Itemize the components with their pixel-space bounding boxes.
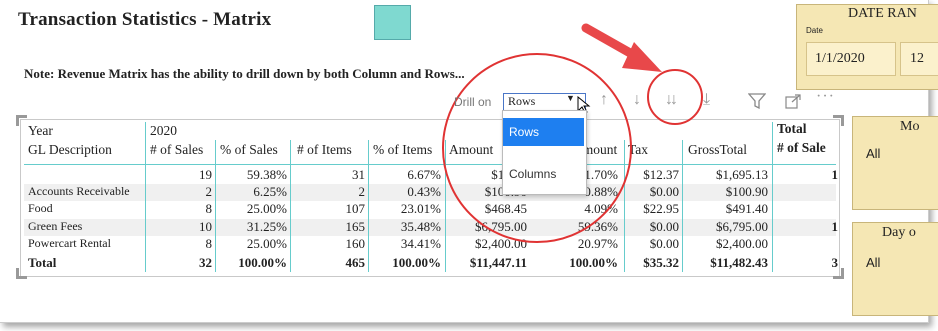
table-cell: 6.67% (407, 167, 441, 182)
table-cell: 8 (205, 201, 213, 216)
total-cell: $35.32 (643, 255, 679, 270)
dropdown-option-rows[interactable]: Rows (503, 118, 584, 146)
column-header[interactable]: % of Items (373, 142, 432, 158)
total-sales-header[interactable]: # of Sale (777, 140, 837, 156)
row-total-cell: 3 (831, 255, 839, 270)
page-title: Transaction Statistics - Matrix (18, 9, 272, 30)
year-value[interactable]: 2020 (150, 123, 177, 139)
arrow-annotation-icon (581, 23, 662, 72)
grid-line (772, 122, 773, 272)
total-cell: 100.00% (392, 255, 441, 270)
filter-icon[interactable] (748, 93, 766, 109)
column-header[interactable]: GrossTotal (688, 142, 747, 158)
column-header[interactable]: % of Sales (220, 142, 278, 158)
table-cell: 6.25% (253, 184, 287, 199)
day-slicer-title: Day o (882, 225, 916, 240)
resize-handle[interactable] (833, 115, 844, 126)
table-cell: 31.25% (246, 219, 287, 234)
table-cell: 23.01% (400, 201, 441, 216)
resize-handle[interactable] (16, 115, 27, 126)
dropdown-option-columns[interactable]: Columns (503, 160, 584, 188)
color-swatch (374, 5, 411, 40)
total-row-label[interactable]: Total (28, 255, 56, 271)
table-cell: 34.41% (400, 236, 441, 251)
expand-all-icon[interactable]: ⤓ (703, 91, 710, 109)
table-cell: $22.95 (643, 201, 679, 216)
total-cell: 100.00% (569, 255, 618, 270)
grid-line (368, 140, 369, 272)
table-cell: 2 (205, 184, 213, 199)
column-header[interactable]: # of Sales (150, 142, 203, 158)
date-label: Date (806, 26, 823, 35)
table-cell: $1,695.13 (716, 167, 768, 182)
table-cell: 31 (352, 167, 365, 182)
grid-line (290, 140, 291, 272)
day-slicer-value[interactable]: All (866, 255, 880, 270)
table-cell: 35.48% (400, 219, 441, 234)
start-date-value: 1/1/2020 (815, 51, 865, 66)
table-cell: $2,400.00 (716, 236, 768, 251)
highlight-circle (647, 69, 703, 125)
grid-line (145, 122, 146, 272)
drill-down-icon[interactable]: ↓ (633, 91, 641, 109)
column-header[interactable]: # of Items (297, 142, 352, 158)
focus-mode-icon[interactable] (785, 94, 801, 109)
row-total-cell: 1 (831, 167, 839, 182)
total-cell: 100.00% (238, 255, 287, 270)
table-cell: $0.00 (649, 184, 679, 199)
row-label[interactable]: Accounts Receivable (28, 184, 130, 199)
table-cell: 8 (205, 236, 213, 251)
table-cell: $6,795.00 (716, 219, 768, 234)
total-cell: 32 (199, 255, 212, 270)
table-cell: 25.00% (246, 236, 287, 251)
table-cell: $12.37 (643, 167, 679, 182)
table-cell: 20.97% (577, 236, 618, 251)
table-cell: 2 (358, 184, 366, 199)
total-cell: $11,447.11 (469, 255, 527, 270)
total-header[interactable]: Total (777, 121, 807, 137)
table-cell: 0.43% (407, 184, 441, 199)
total-cell: $11,482.43 (710, 255, 768, 270)
row-total-cell: 1 (831, 219, 839, 234)
more-options-icon[interactable]: ··· (816, 88, 835, 106)
grid-line (215, 140, 216, 272)
month-slicer-value[interactable]: All (866, 146, 880, 161)
month-slicer-title: Mo (900, 119, 920, 134)
expand-next-level-icon[interactable]: ↓↓ (665, 91, 678, 109)
year-header: Year (28, 123, 53, 138)
table-cell: 10 (199, 219, 212, 234)
table-cell: $100.90 (725, 184, 768, 199)
drill-up-icon[interactable]: ↑ (600, 91, 608, 109)
month-slicer[interactable] (852, 116, 938, 210)
table-cell: 59.38% (246, 167, 287, 182)
row-label[interactable]: Green Fees (28, 219, 82, 234)
table-cell: $0.00 (649, 219, 679, 234)
table-cell: 107 (345, 201, 366, 216)
table-cell: 19 (199, 167, 212, 182)
drill-on-value: Rows (508, 94, 536, 108)
table-cell: $0.00 (649, 236, 679, 251)
date-range-title: DATE RAN (848, 6, 917, 21)
grid-line (682, 140, 683, 272)
table-cell: 165 (345, 219, 366, 234)
table-cell: $491.40 (725, 201, 768, 216)
row-header: GL Description (28, 142, 112, 157)
row-label[interactable]: Powercart Rental (28, 236, 111, 251)
row-label[interactable]: Food (28, 201, 53, 216)
grid-line (24, 164, 836, 165)
chevron-down-icon[interactable]: ▼ (566, 93, 575, 103)
total-cell: 465 (345, 255, 366, 270)
table-cell: 25.00% (246, 201, 287, 216)
note-text: Note: Revenue Matrix has the ability to … (24, 66, 465, 81)
table-cell: 160 (345, 236, 366, 251)
drill-on-label: Drill on (454, 95, 492, 109)
end-date-value: 12 (910, 51, 924, 66)
resize-handle[interactable] (16, 268, 27, 279)
